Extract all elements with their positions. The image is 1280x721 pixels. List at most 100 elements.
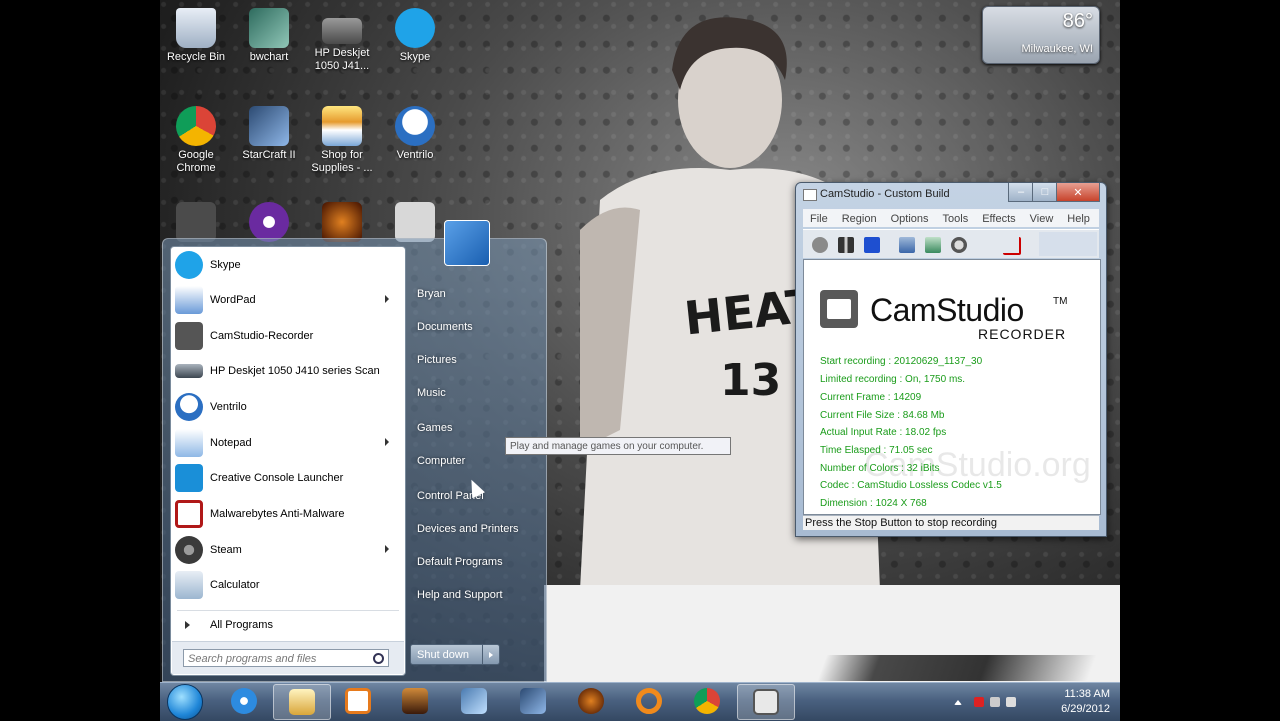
start-link-devices-printers[interactable]: Devices and Printers <box>417 523 519 535</box>
minimize-button[interactable]: – <box>1008 183 1034 202</box>
network-icon[interactable] <box>990 697 1000 707</box>
shutdown-options-button[interactable] <box>482 645 499 664</box>
clock-date[interactable]: 6/29/2012 <box>1061 703 1110 715</box>
region-icon[interactable] <box>899 237 915 253</box>
start-item-label: CamStudio-Recorder <box>210 330 314 342</box>
start-item-label: Calculator <box>210 579 260 591</box>
desktop-icon-skype[interactable]: Skype <box>379 8 451 64</box>
all-programs-label: All Programs <box>210 619 273 631</box>
start-item-creative-console[interactable]: Creative Console Launcher <box>175 462 401 494</box>
start-link-help-support[interactable]: Help and Support <box>417 589 503 601</box>
menu-tools[interactable]: Tools <box>936 210 976 225</box>
all-programs-button[interactable]: All Programs <box>175 613 401 637</box>
submenu-arrow-icon <box>385 545 389 553</box>
ventrilo-icon <box>395 106 435 146</box>
menu-region[interactable]: Region <box>835 210 884 225</box>
close-button[interactable]: ✕ <box>1056 183 1100 202</box>
taskbar-starcraft2[interactable] <box>505 684 561 718</box>
stop-button[interactable] <box>864 237 880 253</box>
start-search-input[interactable]: Search programs and files <box>183 649 389 667</box>
stat-input-rate: Actual Input Rate : 18.02 fps <box>820 427 947 438</box>
desktop-icon-ventrilo[interactable]: Ventrilo <box>379 106 451 162</box>
taskbar-diablo[interactable] <box>563 684 619 718</box>
start-item-skype[interactable]: Skype <box>175 249 401 281</box>
creative-icon <box>175 464 203 492</box>
start-item-hp-scan[interactable]: HP Deskjet 1050 J410 series Scan <box>175 355 401 387</box>
menu-view[interactable]: View <box>1023 210 1061 225</box>
record-button[interactable] <box>812 237 828 253</box>
stat-dimension: Dimension : 1024 X 768 <box>820 498 927 509</box>
menu-options[interactable]: Options <box>884 210 936 225</box>
hp-deskjet-icon <box>322 18 362 44</box>
google-chrome-icon <box>176 106 216 146</box>
taskbar-chrome[interactable] <box>679 684 735 718</box>
desktop-icon-hp-deskjet[interactable]: HP Deskjet 1050 J41... <box>306 8 378 73</box>
desktop-icon-bwchart[interactable]: bwchart <box>233 8 305 64</box>
toolbar <box>803 229 1099 258</box>
volume-icon[interactable] <box>1006 697 1016 707</box>
clock-time[interactable]: 11:38 AM <box>1064 688 1110 700</box>
start-link-pictures[interactable]: Pictures <box>417 354 457 366</box>
options-icon[interactable] <box>925 237 941 253</box>
start-menu-places-pane: Bryan Documents Pictures Music Games Com… <box>407 239 546 679</box>
menu-effects[interactable]: Effects <box>975 210 1022 225</box>
desktop-icon-recycle-bin[interactable]: Recycle Bin <box>160 8 232 64</box>
desktop-icon-label: HP Deskjet 1050 J41... <box>314 47 370 72</box>
camstudio-icon <box>753 689 779 715</box>
chevron-right-icon <box>489 651 493 658</box>
taskbar-diablo3[interactable] <box>387 684 443 718</box>
start-item-camstudio[interactable]: CamStudio-Recorder <box>175 320 401 352</box>
start-link-games[interactable]: Games <box>417 422 452 434</box>
internet-explorer-icon <box>231 688 257 714</box>
diablo3-icon <box>402 688 428 714</box>
start-item-wordpad[interactable]: WordPad <box>175 284 401 316</box>
desktop-icon-starcraft[interactable]: StarCraft II <box>233 106 305 162</box>
start-item-ventrilo[interactable]: Ventrilo <box>175 391 401 423</box>
camstudio-icon <box>175 322 203 350</box>
taskbar-starcraft[interactable] <box>446 684 502 718</box>
show-hidden-icons-icon[interactable] <box>954 700 962 705</box>
taskbar-origin[interactable] <box>621 684 677 718</box>
start-item-steam[interactable]: Steam <box>175 534 401 566</box>
toolbar-filler <box>1039 232 1097 256</box>
start-link-user[interactable]: Bryan <box>417 288 446 300</box>
taskbar-ie[interactable] <box>216 684 272 718</box>
start-item-notepad[interactable]: Notepad <box>175 427 401 459</box>
swf-icon[interactable] <box>951 237 967 253</box>
creative-icon <box>249 202 289 242</box>
menu-file[interactable]: File <box>803 210 835 225</box>
start-item-label: Skype <box>210 259 241 271</box>
desktop-icon-shop-supplies[interactable]: Shop for Supplies - ... <box>306 106 378 175</box>
scanner-icon <box>175 364 203 378</box>
start-button[interactable] <box>167 684 203 720</box>
taskbar-camstudio[interactable] <box>737 684 795 720</box>
start-item-malwarebytes[interactable]: Malwarebytes Anti-Malware <box>175 498 401 530</box>
start-menu: Skype WordPad CamStudio-Recorder HP Desk… <box>162 238 547 682</box>
action-center-icon[interactable] <box>974 697 984 707</box>
start-link-music[interactable]: Music <box>417 387 446 399</box>
menu-help[interactable]: Help <box>1060 210 1097 225</box>
taskbar-explorer[interactable] <box>273 684 331 720</box>
shutdown-button[interactable]: Shut down <box>410 644 500 665</box>
start-item-calculator[interactable]: Calculator <box>175 569 401 601</box>
start-link-computer[interactable]: Computer <box>417 455 465 467</box>
annotation-icon[interactable] <box>1003 237 1021 255</box>
desktop-icon-label: Recycle Bin <box>166 51 226 63</box>
skype-icon <box>395 8 435 48</box>
pause-button[interactable] <box>838 237 854 253</box>
desktop-icon-google-chrome[interactable]: Google Chrome <box>160 106 232 175</box>
recycle-bin-icon <box>176 8 216 48</box>
origin-icon <box>636 688 662 714</box>
start-link-documents[interactable]: Documents <box>417 321 473 333</box>
maximize-button[interactable]: □ <box>1032 183 1058 202</box>
stat-codec: Codec : CamStudio Lossless Codec v1.5 <box>820 480 1002 491</box>
weather-gadget[interactable]: 86° Milwaukee, WI <box>982 6 1100 64</box>
start-link-default-programs[interactable]: Default Programs <box>417 556 503 568</box>
desktop-icon-label: Shop for Supplies - ... <box>311 149 373 174</box>
ventrilo-icon <box>175 393 203 421</box>
shop-supplies-icon <box>322 106 362 146</box>
taskbar-media-player[interactable] <box>330 684 386 718</box>
notepad-icon <box>175 429 203 457</box>
start-item-label: Steam <box>210 544 242 556</box>
desktop-icon-label: Skype <box>399 51 431 63</box>
